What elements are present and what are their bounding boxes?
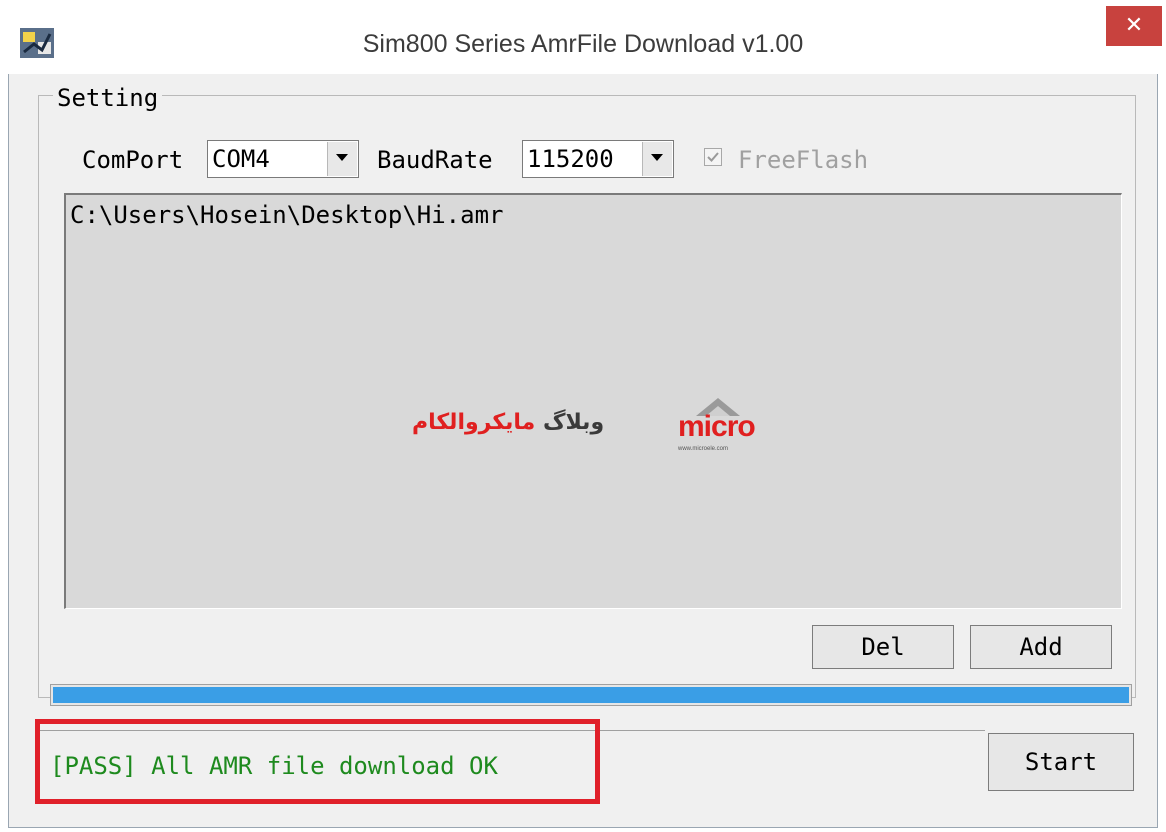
setting-group-label: Setting	[53, 84, 163, 112]
comport-select[interactable]: COM4	[207, 140, 359, 178]
watermark-brand: micro	[678, 410, 756, 443]
close-icon: ✕	[1124, 12, 1144, 37]
progress-fill	[53, 687, 1129, 703]
chevron-down-icon	[651, 154, 663, 161]
comport-dropdown-button[interactable]	[327, 142, 357, 176]
watermark-persian-dark: وبلاگ	[542, 410, 605, 435]
watermark-persian-text: وبلاگ مایکروالکام	[412, 410, 604, 435]
watermark-logo: micro www.microele.com	[674, 396, 784, 456]
watermark-persian-red: مایکروالکام	[412, 410, 536, 435]
freeflash-label: FreeFlash	[738, 146, 869, 174]
baudrate-value: 115200	[527, 145, 614, 173]
checkmark-icon	[707, 152, 719, 162]
del-button[interactable]: Del	[812, 625, 954, 669]
watermark-url: www.microele.com	[678, 446, 729, 452]
watermark: وبلاگ مایکروالکام micro www.microele.com	[412, 396, 782, 456]
freeflash-checkbox[interactable]	[704, 148, 722, 166]
close-button[interactable]: ✕	[1106, 6, 1162, 46]
window-title: Sim800 Series AmrFile Download v1.00	[362, 30, 804, 58]
status-highlight-box	[35, 719, 600, 804]
title-bar[interactable]: Sim800 Series AmrFile Download v1.00 ✕	[8, 6, 1162, 74]
chevron-down-icon	[336, 154, 348, 161]
baudrate-dropdown-button[interactable]	[642, 142, 672, 176]
list-item[interactable]: C:\Users\Hosein\Desktop\Hi.amr	[70, 201, 503, 229]
baudrate-select[interactable]: 115200	[522, 140, 674, 178]
progress-bar	[50, 684, 1132, 706]
baudrate-label: BaudRate	[377, 146, 493, 174]
start-button[interactable]: Start	[988, 733, 1134, 791]
add-button[interactable]: Add	[970, 625, 1112, 669]
comport-label: ComPort	[82, 146, 184, 174]
comport-value: COM4	[212, 145, 270, 173]
